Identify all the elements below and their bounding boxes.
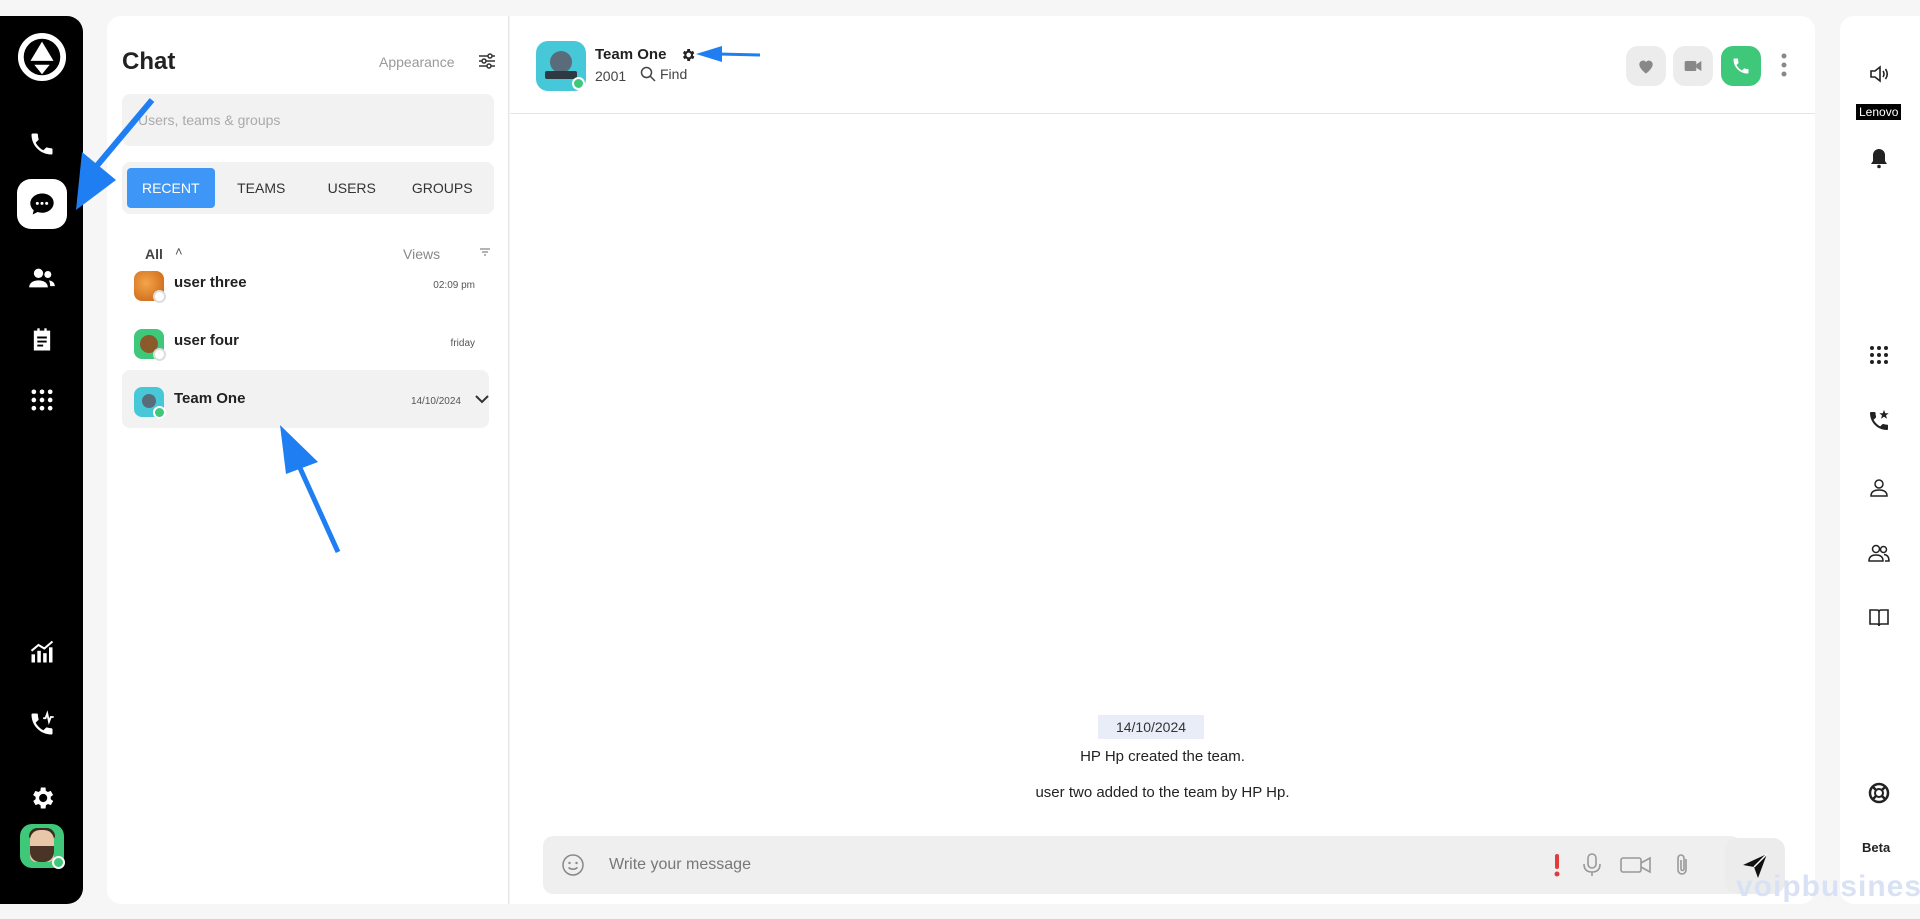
paperclip-icon <box>1677 854 1687 875</box>
group-button[interactable] <box>1854 528 1904 578</box>
system-message: user two added to the team by HP Hp. <box>1035 784 1290 801</box>
system-message: HP Hp created the team. <box>1080 748 1245 765</box>
user-four-avatar <box>134 329 166 361</box>
team-avatar[interactable] <box>536 41 586 91</box>
heart-icon <box>1639 60 1653 74</box>
conversation-time: friday <box>450 338 475 349</box>
phonebook-button[interactable] <box>1854 593 1904 643</box>
book-icon <box>1869 609 1889 627</box>
message-input[interactable] <box>609 848 1409 882</box>
team-extension: 2001 <box>595 68 627 84</box>
chevron-down-icon[interactable] <box>473 390 491 408</box>
conversation-name: user three <box>174 274 247 291</box>
bell-icon <box>1871 149 1887 169</box>
priority-button[interactable] <box>1543 851 1571 879</box>
phone-icon <box>1733 58 1749 74</box>
online-status-icon <box>52 856 65 869</box>
voice-message-button[interactable] <box>1578 851 1606 879</box>
conversation-name: Team One <box>174 390 246 407</box>
voice-call-button[interactable] <box>1721 46 1761 86</box>
team-one-avatar <box>134 387 166 419</box>
right-rail: Lenovo Beta <box>1840 16 1920 904</box>
online-status-icon <box>153 406 166 419</box>
nav-users-icon[interactable] <box>17 253 67 303</box>
find-button[interactable]: Find <box>640 66 687 82</box>
conversation-item[interactable]: user three 02:09 pm <box>122 254 489 312</box>
device-label: Lenovo <box>1856 104 1902 120</box>
microphone-icon <box>1583 853 1601 876</box>
date-separator: 14/10/2024 <box>1098 715 1204 739</box>
dialpad-icon <box>1870 346 1888 364</box>
emoji-icon[interactable] <box>561 853 585 877</box>
tab-teams[interactable]: TEAMS <box>218 168 306 208</box>
chat-header: Team One 2001 Find <box>510 16 1815 114</box>
chat-list-panel: Chat Appearance RECENT TEAMS USERS GROUP… <box>107 16 509 904</box>
conversation-item[interactable]: user four friday <box>122 312 489 370</box>
nav-phone-icon[interactable] <box>17 119 67 169</box>
offline-status-icon <box>153 290 166 303</box>
nav-notes-icon[interactable] <box>17 315 67 365</box>
beta-label: Beta <box>1862 840 1891 855</box>
contact-button[interactable] <box>1854 463 1904 513</box>
attach-button[interactable] <box>1668 851 1696 879</box>
exclamation-icon <box>1554 854 1560 877</box>
message-composer <box>543 836 1741 894</box>
group-icon <box>1868 544 1890 562</box>
find-label: Find <box>660 66 688 82</box>
nav-settings-icon[interactable] <box>17 773 67 823</box>
notifications-button[interactable] <box>1854 133 1904 183</box>
appearance-link[interactable]: Appearance <box>379 54 455 70</box>
nav-call-activity-icon[interactable] <box>17 699 67 749</box>
volume-button[interactable] <box>1854 49 1904 99</box>
video-call-button[interactable] <box>1673 46 1713 86</box>
conversation-item-selected[interactable]: Team One 14/10/2024 <box>122 370 489 428</box>
phone-star-icon <box>1870 410 1889 430</box>
left-nav-rail <box>0 16 83 904</box>
conversation-name: user four <box>174 332 240 349</box>
chat-window: Team One 2001 Find 14/10/2024 HP Hp crea… <box>510 16 1815 904</box>
favorite-calls-button[interactable] <box>1854 396 1904 446</box>
online-status-icon <box>572 77 585 90</box>
team-name: Team One <box>595 46 667 63</box>
user-three-avatar <box>134 271 166 303</box>
team-settings-icon[interactable] <box>680 47 696 63</box>
speaker-icon <box>1870 65 1889 83</box>
chat-tabs: RECENT TEAMS USERS GROUPS <box>122 162 494 214</box>
search-input[interactable] <box>122 94 494 146</box>
nav-dialpad-icon[interactable] <box>17 375 67 425</box>
video-camera-icon <box>1620 856 1651 874</box>
tab-recent[interactable]: RECENT <box>127 168 215 208</box>
user-avatar[interactable] <box>20 824 65 869</box>
conversation-time: 14/10/2024 <box>410 396 461 407</box>
more-options-icon[interactable] <box>1780 52 1788 78</box>
conversation-time: 02:09 pm <box>433 280 475 291</box>
chat-title: Chat <box>122 48 176 75</box>
dialpad-button[interactable] <box>1854 330 1904 380</box>
person-icon <box>1870 479 1888 497</box>
watermark-logo: voipbusiness <box>1736 870 1920 903</box>
appearance-settings-icon[interactable] <box>478 52 496 70</box>
tab-users[interactable]: USERS <box>308 168 396 208</box>
app-logo-icon[interactable] <box>17 32 67 82</box>
tab-groups[interactable]: GROUPS <box>399 168 487 208</box>
search-icon <box>640 66 656 82</box>
offline-status-icon <box>153 348 166 361</box>
help-button[interactable] <box>1854 768 1904 818</box>
lifebuoy-icon <box>1868 782 1890 804</box>
nav-chat-icon[interactable] <box>17 179 67 229</box>
video-camera-icon <box>1684 61 1702 71</box>
nav-analytics-icon[interactable] <box>17 627 67 677</box>
favorite-button[interactable] <box>1626 46 1666 86</box>
video-message-button[interactable] <box>1618 851 1654 879</box>
